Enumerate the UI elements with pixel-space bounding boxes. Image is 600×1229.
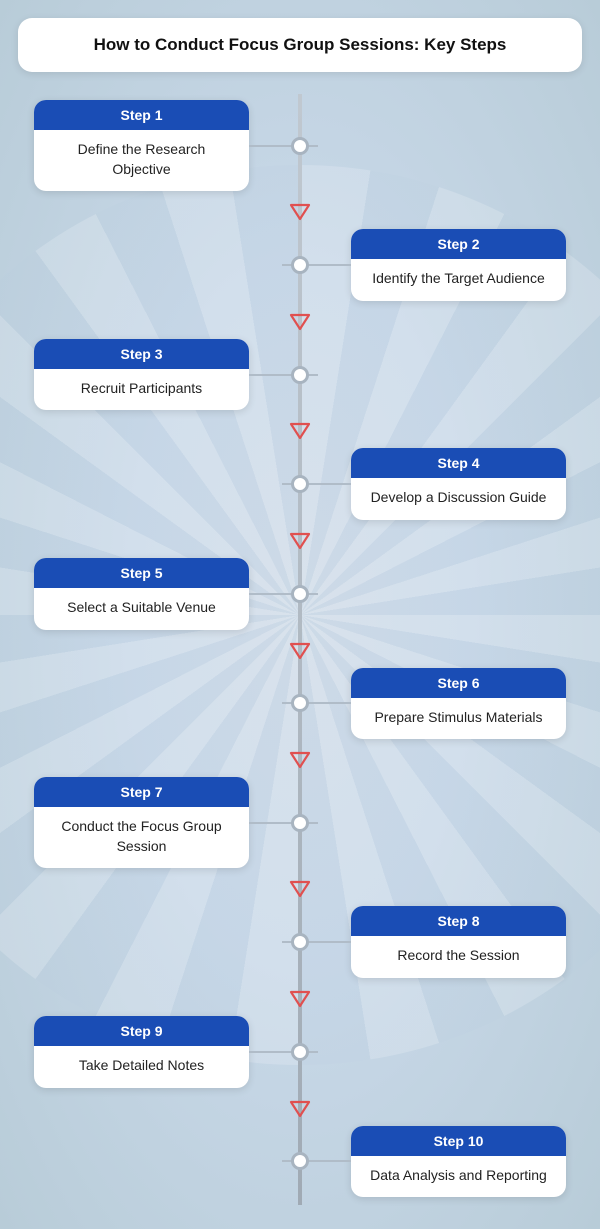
step-body-7: Conduct the Focus Group Session — [34, 807, 249, 868]
arrow-1 — [18, 199, 582, 225]
step-card-3: Step 3Recruit Participants — [34, 339, 249, 411]
step-body-2: Identify the Target Audience — [351, 259, 566, 301]
circle-node-7 — [291, 814, 309, 832]
step-header-7: Step 7 — [34, 777, 249, 807]
step-card-4: Step 4Develop a Discussion Guide — [351, 448, 566, 520]
step-card-5: Step 5Select a Suitable Venue — [34, 558, 249, 630]
step-body-1: Define the Research Objective — [34, 130, 249, 191]
arrow-down-icon — [289, 878, 311, 900]
step-row-3: Step 3Recruit Participants — [18, 333, 582, 417]
step-row-8: Step 8Record the Session — [18, 900, 582, 984]
step-card-7: Step 7Conduct the Focus Group Session — [34, 777, 249, 868]
step-body-9: Take Detailed Notes — [34, 1046, 249, 1088]
arrow-down-icon — [289, 640, 311, 662]
arrow-8 — [18, 986, 582, 1012]
step-body-5: Select a Suitable Venue — [34, 588, 249, 630]
arrow-7 — [18, 876, 582, 902]
arrow-down-icon — [289, 420, 311, 442]
step-header-10: Step 10 — [351, 1126, 566, 1156]
step-row-1: Step 1Define the Research Objective — [18, 94, 582, 197]
circle-node-3 — [291, 366, 309, 384]
step-card-8: Step 8Record the Session — [351, 906, 566, 978]
circle-node-6 — [291, 694, 309, 712]
step-row-10: Step 10Data Analysis and Reporting — [18, 1120, 582, 1204]
step-header-1: Step 1 — [34, 100, 249, 130]
arrow-6 — [18, 747, 582, 773]
circle-node-4 — [291, 475, 309, 493]
step-card-6: Step 6Prepare Stimulus Materials — [351, 668, 566, 740]
circle-node-1 — [291, 137, 309, 155]
flow-diagram: Step 1Define the Research Objective Step… — [18, 94, 582, 1205]
arrow-down-icon — [289, 201, 311, 223]
arrow-2 — [18, 309, 582, 335]
arrow-down-icon — [289, 530, 311, 552]
title-box: How to Conduct Focus Group Sessions: Key… — [18, 18, 582, 72]
arrow-down-icon — [289, 988, 311, 1010]
page-container: How to Conduct Focus Group Sessions: Key… — [0, 0, 600, 1229]
page-title: How to Conduct Focus Group Sessions: Key… — [38, 34, 562, 56]
circle-node-2 — [291, 256, 309, 274]
arrow-down-icon — [289, 749, 311, 771]
step-header-9: Step 9 — [34, 1016, 249, 1046]
step-body-8: Record the Session — [351, 936, 566, 978]
step-card-9: Step 9Take Detailed Notes — [34, 1016, 249, 1088]
circle-node-5 — [291, 585, 309, 603]
step-row-7: Step 7Conduct the Focus Group Session — [18, 771, 582, 874]
arrow-down-icon — [289, 1098, 311, 1120]
arrow-4 — [18, 528, 582, 554]
step-body-4: Develop a Discussion Guide — [351, 478, 566, 520]
step-header-6: Step 6 — [351, 668, 566, 698]
step-header-2: Step 2 — [351, 229, 566, 259]
step-body-3: Recruit Participants — [34, 369, 249, 411]
step-header-4: Step 4 — [351, 448, 566, 478]
step-row-4: Step 4Develop a Discussion Guide — [18, 442, 582, 526]
step-body-10: Data Analysis and Reporting — [351, 1156, 566, 1198]
step-row-2: Step 2Identify the Target Audience — [18, 223, 582, 307]
arrow-down-icon — [289, 311, 311, 333]
step-card-1: Step 1Define the Research Objective — [34, 100, 249, 191]
step-body-6: Prepare Stimulus Materials — [351, 698, 566, 740]
circle-node-9 — [291, 1043, 309, 1061]
step-header-5: Step 5 — [34, 558, 249, 588]
step-card-2: Step 2Identify the Target Audience — [351, 229, 566, 301]
step-header-8: Step 8 — [351, 906, 566, 936]
arrow-9 — [18, 1096, 582, 1122]
step-row-5: Step 5Select a Suitable Venue — [18, 552, 582, 636]
arrow-3 — [18, 418, 582, 444]
step-card-10: Step 10Data Analysis and Reporting — [351, 1126, 566, 1198]
step-header-3: Step 3 — [34, 339, 249, 369]
circle-node-8 — [291, 933, 309, 951]
arrow-5 — [18, 638, 582, 664]
circle-node-10 — [291, 1152, 309, 1170]
step-row-6: Step 6Prepare Stimulus Materials — [18, 662, 582, 746]
step-row-9: Step 9Take Detailed Notes — [18, 1010, 582, 1094]
